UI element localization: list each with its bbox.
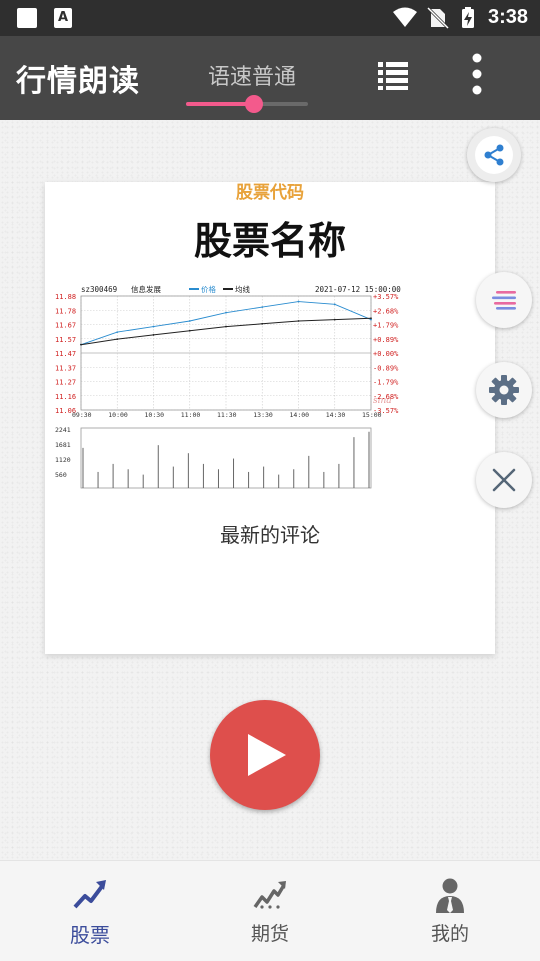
latest-comment: 最新的评论: [220, 523, 320, 547]
settings-button[interactable]: [476, 362, 532, 418]
price-tick-label: 11.78: [55, 307, 76, 315]
nav-label-profile: 我的: [430, 923, 469, 945]
volume-tick-label: 1120: [55, 456, 71, 464]
trend-up-icon: [73, 880, 106, 909]
app-bar: 行情朗读 语速普通: [0, 36, 540, 120]
time-tick-label: 10:00: [108, 411, 128, 419]
time-tick-label: 15:00: [362, 411, 382, 419]
share-button-inner: [475, 136, 513, 174]
square-notification-icon: [17, 8, 37, 28]
legend-avg: 均线: [235, 284, 250, 294]
nav-tab-futures[interactable]: 期货: [180, 861, 360, 961]
menu-lines-icon: [492, 291, 516, 310]
time-tick-label: 14:30: [326, 411, 346, 419]
list-icon[interactable]: [376, 58, 410, 92]
pct-tick-label: +1.79%: [373, 322, 399, 330]
price-tick-label: 11.47: [55, 350, 76, 358]
chart-stock-name: 信息发展: [131, 284, 161, 294]
series-point: [370, 317, 372, 320]
wifi-icon: [393, 7, 417, 27]
futures-trend-icon: [253, 881, 286, 909]
clock: 3:38: [487, 6, 528, 28]
nav-tab-profile[interactable]: 我的: [360, 861, 540, 961]
status-bar: A 3:38: [0, 0, 540, 36]
series-point: [297, 300, 300, 303]
series-point: [80, 343, 82, 346]
time-tick-label: 11:00: [181, 411, 201, 419]
volume-tick-label: 2241: [55, 426, 71, 434]
close-icon: [492, 468, 516, 492]
series-point: [225, 325, 227, 328]
close-button[interactable]: [476, 452, 532, 508]
series-point: [225, 311, 227, 314]
share-button[interactable]: [467, 128, 521, 182]
stock-card: 股票代码 股票名称 sz300469 信息发展 价格 均线 2021-07-12…: [45, 182, 495, 654]
time-tick-label: 14:00: [290, 411, 310, 419]
time-tick-label: 09:30: [72, 411, 92, 419]
time-tick-label: 11:30: [217, 411, 237, 419]
slider-fill: [186, 102, 255, 106]
reading-list-button[interactable]: [476, 272, 532, 328]
chart-symbol: sz300469: [81, 285, 117, 294]
price-tick-label: 11.88: [55, 293, 76, 301]
app-title: 行情朗读: [16, 64, 140, 99]
price-tick-label: 11.27: [55, 379, 76, 387]
volume-tick-label: 560: [55, 471, 67, 479]
series-point: [116, 338, 119, 340]
a-notification-icon: A: [54, 8, 72, 28]
play-button[interactable]: [210, 700, 320, 810]
nav-label-futures: 期货: [250, 923, 289, 945]
intraday-chart: sz300469 信息发展 价格 均线 2021-07-12 15:00:00 …: [53, 282, 405, 492]
speech-speed-label: 语速普通: [208, 65, 297, 90]
play-icon: [248, 734, 286, 776]
slider-thumb[interactable]: [245, 95, 264, 113]
bottom-navigation: 股票 期货 我的: [0, 860, 540, 961]
no-sim-icon: [426, 6, 450, 30]
stock-code: 股票代码: [236, 183, 304, 203]
series-point: [333, 303, 336, 306]
gear-icon: [489, 375, 519, 405]
pct-tick-label: -0.89%: [373, 364, 399, 372]
speech-speed-slider[interactable]: [186, 95, 308, 113]
chart-watermark: sina: [373, 396, 392, 406]
system-status-icons: [393, 6, 474, 30]
series-point: [261, 306, 264, 309]
nav-tab-stocks[interactable]: 股票: [0, 861, 180, 961]
pct-tick-label: +2.68%: [373, 307, 399, 315]
share-icon: [484, 144, 504, 166]
pct-tick-label: -1.79%: [373, 379, 399, 387]
pct-tick-label: +0.00%: [373, 350, 399, 358]
pct-tick-label: +0.89%: [373, 336, 399, 344]
time-tick-label: 10:30: [145, 411, 165, 419]
series-point: [333, 318, 336, 321]
price-tick-label: 11.57: [55, 336, 76, 344]
series-point: [188, 320, 191, 322]
series-point: [152, 325, 155, 328]
series-point: [116, 331, 119, 334]
series-point: [188, 329, 191, 332]
volume-tick-label: 1681: [55, 441, 71, 449]
price-tick-label: 11.16: [55, 393, 76, 401]
series-point: [261, 322, 264, 325]
series-point: [152, 334, 155, 336]
price-tick-label: 11.37: [55, 364, 76, 372]
stock-name: 股票名称: [193, 219, 346, 263]
more-vert-icon[interactable]: [460, 52, 494, 96]
profile-icon: [436, 878, 464, 913]
price-tick-label: 11.67: [55, 322, 76, 330]
nav-label-stocks: 股票: [70, 923, 110, 947]
battery-charging-icon: [462, 7, 474, 28]
series-point: [297, 320, 300, 322]
time-tick-label: 13:30: [253, 411, 273, 419]
pct-tick-label: +3.57%: [373, 293, 399, 301]
legend-price: 价格: [201, 284, 216, 294]
